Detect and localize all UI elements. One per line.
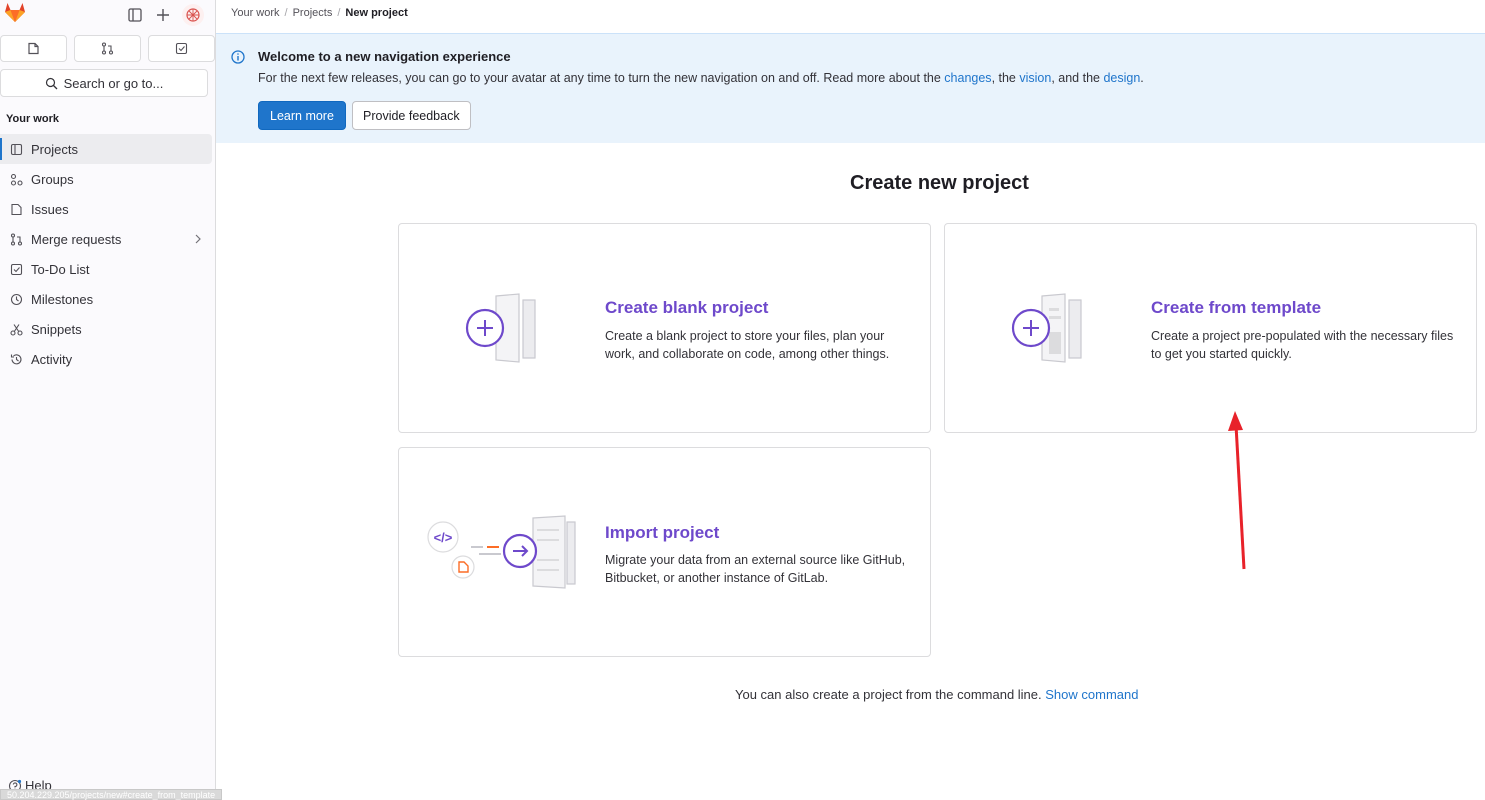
navigation-banner: Welcome to a new navigation experience F… [216,33,1485,143]
sidebar-item-label: Issues [31,201,69,217]
show-command-link[interactable]: Show command [1045,687,1138,702]
plus-icon[interactable] [154,6,172,24]
browser-status-url: 50.204.229.205/projects/new#create_from_… [0,789,223,800]
sidebar-section-title: Your work [6,113,59,125]
design-link[interactable]: design [1103,71,1140,85]
project-icon [8,141,24,157]
merge-request-icon [101,42,114,55]
issues-icon [28,42,39,55]
sidebar-item-issues[interactable]: Issues [0,194,212,224]
card-description: Create a blank project to store your fil… [605,329,890,361]
create-blank-project-card[interactable]: Create blank project Create a blank proj… [398,223,931,433]
sidebar-item-merge-requests[interactable]: Merge requests [0,224,212,254]
command-line-text: You can also create a project from the c… [735,687,1042,702]
red-annotation-arrow-icon [1228,411,1246,570]
breadcrumb: Your work / Projects / New project [231,7,408,19]
issues-icon [8,201,24,217]
blank-project-illustration-icon [465,293,536,363]
template-project-illustration-icon [1011,293,1082,363]
import-project-card[interactable]: </> Import project Migrate your data fro… [398,447,931,657]
learn-more-button[interactable]: Learn more [258,101,346,130]
sidebar-item-label: To-Do List [31,261,90,277]
changes-link[interactable]: changes [944,71,991,85]
todo-button[interactable] [148,35,215,62]
svg-text:</>: </> [434,530,453,545]
search-label: Search or go to... [63,75,164,91]
command-line-hint: You can also create a project from the c… [735,687,1138,702]
vision-link[interactable]: vision [1019,71,1051,85]
card-description: Migrate your data from an external sourc… [605,553,906,585]
todo-icon [8,261,24,277]
card-title: Create from template [1151,298,1322,317]
chevron-right-icon [194,232,202,247]
sidebar-item-groups[interactable]: Groups [0,164,212,194]
sidebar-header [0,0,215,30]
sidebar-item-milestones[interactable]: Milestones [0,284,212,314]
merge-requests-button[interactable] [74,35,141,62]
milestone-icon [8,291,24,307]
sidebar-item-label: Snippets [31,321,82,337]
card-title: Import project [605,523,720,542]
sidebar-item-todo-list[interactable]: To-Do List [0,254,212,284]
search-button[interactable]: Search or go to... [0,69,208,97]
create-from-template-card[interactable]: Create from template Create a project pr… [944,223,1477,433]
breadcrumb-separator: / [284,7,288,19]
banner-title: Welcome to a new navigation experience [258,49,511,64]
todo-icon [175,42,188,55]
snippet-icon [8,321,24,337]
info-icon [231,50,245,67]
banner-text-part: , and the [1051,71,1104,85]
breadcrumb-new-project[interactable]: New project [345,7,407,19]
merge-request-icon [8,231,24,247]
group-icon [8,171,24,187]
banner-text: For the next few releases, you can go to… [258,71,1144,85]
assigned-issues-button[interactable] [0,35,67,62]
breadcrumb-separator: / [337,7,341,19]
gitlab-logo-icon[interactable] [3,1,27,23]
card-description: Create a project pre-populated with the … [1151,329,1454,361]
sidebar-item-label: Groups [31,171,74,187]
breadcrumb-projects[interactable]: Projects [293,7,333,19]
sidebar-item-label: Activity [31,351,73,367]
history-icon [8,351,24,367]
breadcrumb-your-work[interactable]: Your work [231,7,280,19]
sidebar-item-snippets[interactable]: Snippets [0,314,212,344]
sidebar-counts [0,35,215,62]
sidebar: Search or go to... Your work Projects Gr… [0,0,216,800]
page-title: Create new project [850,172,1029,194]
search-icon [45,77,58,89]
sidebar-item-label: Merge requests [31,231,122,247]
sidebar-nav: Projects Groups Issues Merge requests To… [0,134,212,374]
user-avatar-icon[interactable] [182,4,204,26]
banner-text-part: For the next few releases, you can go to… [258,71,945,85]
card-title: Create blank project [605,298,769,317]
banner-text-part: . [1140,71,1144,85]
sidebar-item-label: Milestones [31,291,94,307]
sidebar-toggle-icon[interactable] [126,6,144,24]
sidebar-item-label: Projects [31,141,78,157]
banner-text-part: , the [991,71,1020,85]
import-project-illustration-icon: </> [427,515,576,589]
sidebar-item-projects[interactable]: Projects [0,134,212,164]
sidebar-item-activity[interactable]: Activity [0,344,212,374]
provide-feedback-button[interactable]: Provide feedback [352,101,471,130]
